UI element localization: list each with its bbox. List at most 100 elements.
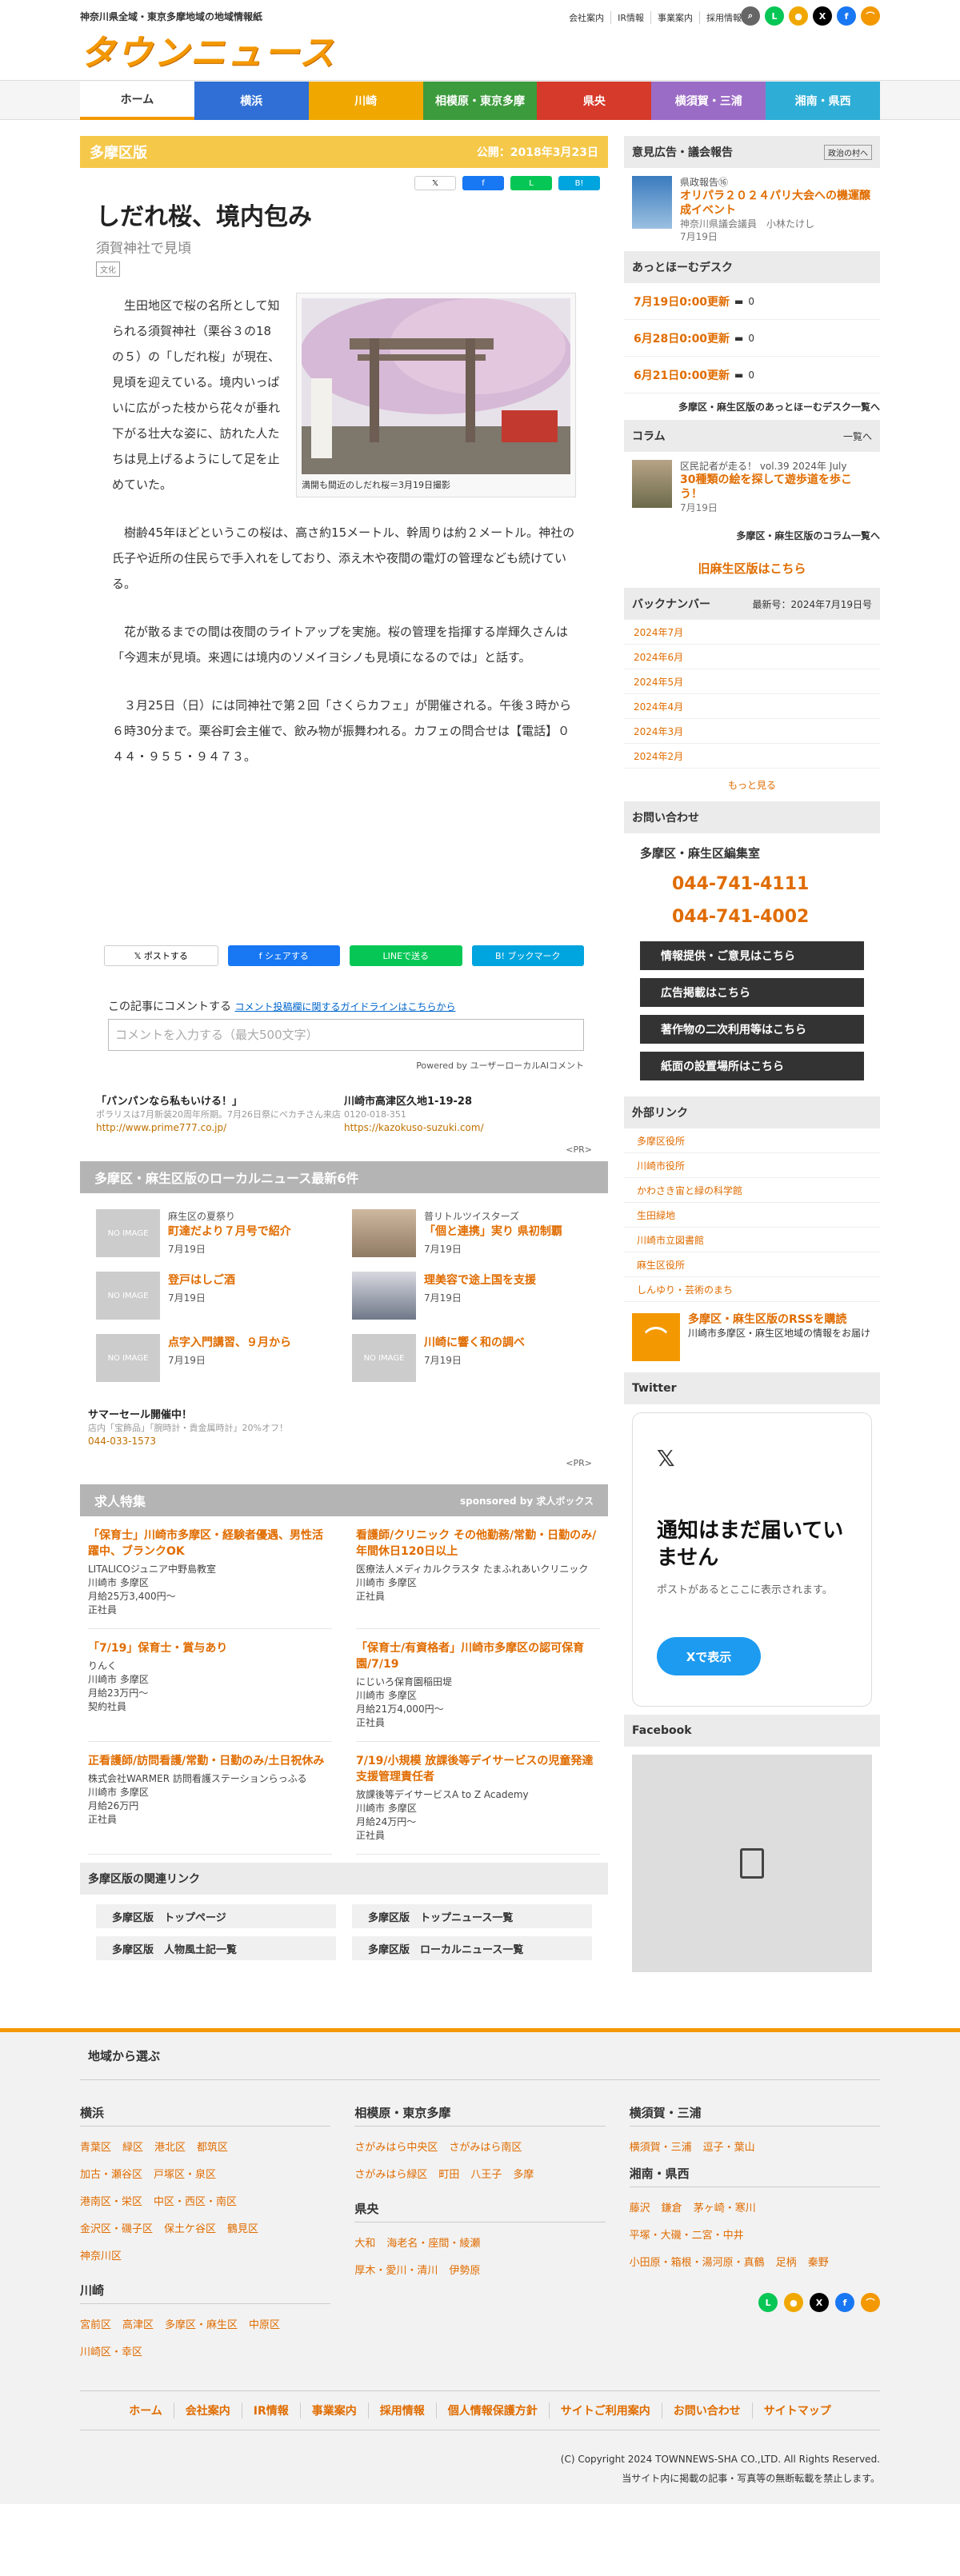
external-link[interactable]: 生田緑地 [624,1203,880,1228]
area-link[interactable]: 多摩 [513,2169,534,2181]
distribution-button[interactable]: 紙面の設置場所はこちら [640,1052,864,1080]
area-link[interactable]: 戸塚区・泉区 [154,2169,216,2181]
job-title[interactable]: 「保育士」川崎市多摩区・経験者優遇、男性活躍中、ブランクOK [88,1528,332,1560]
athome-more-link[interactable]: 多摩区・麻生区版のあっとほーむデスク一覧へ [624,393,880,420]
news-title[interactable]: 理美容で途上国を支援 [424,1272,536,1288]
line-icon[interactable]: L [758,2293,778,2312]
area-link[interactable]: 中区・西区・南区 [154,2196,237,2208]
facebook-icon[interactable]: f [837,6,856,26]
ad-url[interactable]: https://kazokuso-suzuki.com/ [344,1122,484,1133]
backnumber-more[interactable]: もっと見る [624,769,880,801]
area-link[interactable]: 宮前区 [80,2319,111,2331]
news-title[interactable]: 「個と連携」実り 県初制覇 [424,1223,562,1239]
job-title[interactable]: 看護師/クリニック その他勤務/常勤・日勤のみ/年間休日120日以上 [356,1528,600,1560]
footer-link[interactable]: 個人情報保護方針 [435,2402,549,2418]
job-title[interactable]: 「7/19」保育士・賞与あり [88,1640,332,1656]
contact-tel[interactable]: 044-741-4111 [624,868,880,901]
footer-link[interactable]: サイトご利用案内 [548,2402,662,2418]
footer-link[interactable]: IR情報 [241,2402,300,2418]
local-news-item[interactable]: NO IMAGE 点字入門講習、９月から 7月19日 [96,1334,336,1382]
job-item[interactable]: 「保育士/有資格者」川崎市多摩区の認可保育園/7/19 にじいろ保育園稲田堤 川崎市… [356,1629,600,1742]
area-link[interactable]: 高津区 [122,2319,154,2331]
area-link[interactable]: 小田原・箱根・湯河原・真鶴 [630,2257,765,2269]
x-post-button[interactable]: 𝕏 ポストする [104,945,218,966]
article-photo[interactable] [302,298,570,474]
ad-url[interactable]: http://www.prime777.co.jp/ [96,1122,226,1133]
area-link[interactable]: 町田 [438,2169,459,2181]
line-send-button[interactable]: LINEで送る [350,945,462,966]
footer-link[interactable]: 採用情報 [367,2402,436,2418]
line-icon[interactable]: L [765,6,784,26]
news-title[interactable]: 町達だより７月号で紹介 [168,1223,291,1239]
footer-link[interactable]: お問い合わせ [661,2402,752,2418]
area-link[interactable]: 伊勢原 [449,2265,480,2277]
external-link[interactable]: かわさき宙と緑の科学館 [624,1178,880,1203]
local-news-item[interactable]: NO IMAGE 登戸はしご酒 7月19日 [96,1272,336,1320]
area-link[interactable]: さがみはら緑区 [354,2169,427,2181]
external-link[interactable]: 麻生区役所 [624,1252,880,1277]
sale-ad[interactable]: サマーセール開催中！ 店内「宝飾品」「腕時計・貴金属時計」20%オフ！ 044-… [88,1409,600,1448]
site-logo[interactable]: タウンニュース [80,24,336,75]
rss-title[interactable]: 多摩区・麻生区版のRSSを購読 [688,1313,846,1326]
news-title[interactable]: 点字入門講習、９月から [168,1334,291,1350]
area-link[interactable]: 平塚・大磯・二宮・中井 [630,2230,744,2242]
local-news-item[interactable]: NO IMAGE 川崎に響く和の調べ 7月19日 [352,1334,592,1382]
external-link[interactable]: 川崎市立図書館 [624,1228,880,1252]
nav-home[interactable]: ホーム [80,82,194,120]
rss-icon[interactable]: ⌒ [861,6,880,26]
area-link[interactable]: 中原区 [249,2319,280,2331]
backnumber-item[interactable]: 2024年3月 [624,719,880,744]
local-news-item[interactable]: 理美容で途上国を支援 7月19日 [352,1272,592,1320]
area-link[interactable]: 横須賀・三浦 [630,2142,692,2154]
local-news-item[interactable]: NO IMAGE 麻生区の夏祭り 町達だより７月号で紹介 7月19日 [96,1209,336,1257]
related-link[interactable]: 多摩区版 トップページ [96,1904,336,1928]
politics-badge[interactable]: 政治の村へ [824,144,872,160]
area-link[interactable]: 厚木・愛川・清川 [354,2265,438,2277]
job-item[interactable]: 「7/19」保育士・賞与あり りんく 川崎市 多摩区 月給23万円〜 契約社員 [88,1629,332,1742]
area-link[interactable]: 川崎区・幸区 [80,2346,142,2358]
nav-yokohama[interactable]: 横浜 [194,82,309,120]
area-link[interactable]: 鎌倉 [662,2203,682,2215]
area-link[interactable]: 加古・瀬谷区 [80,2169,142,2181]
sale-tel[interactable]: 044-033-1573 [88,1436,156,1447]
fb-share-mini[interactable]: f [462,176,504,190]
x-icon[interactable]: X [813,6,832,26]
job-item[interactable]: 7/19/小規模 放課後等デイサービスの児童発達支援管理責任者 放課後等デイサービ… [356,1742,600,1855]
external-link[interactable]: しんゆり・芸術のまち [624,1277,880,1302]
area-link[interactable]: 茅ヶ崎・寒川 [694,2203,756,2215]
area-link[interactable]: 港北区 [154,2142,186,2154]
ad-item[interactable]: 「パンパンなら私もいける！」 ポラリスは7月新装20周年所期。7月26日祭にべカ… [96,1096,344,1135]
x-icon[interactable]: X [809,2293,829,2312]
report-title[interactable]: オリパラ２０２４パリ大会への機運醸成イベント [680,189,872,218]
header-link-ir[interactable]: IR情報 [610,11,650,24]
category-tag[interactable]: 文化 [96,262,120,277]
nav-kenou[interactable]: 県央 [537,82,652,120]
footer-link[interactable]: サイトマップ [751,2402,842,2418]
facebook-icon[interactable]: f [834,2293,854,2312]
news-title[interactable]: 登戸はしご酒 [168,1272,235,1288]
related-link[interactable]: 多摩区版 トップニュース一覧 [352,1904,592,1928]
area-link[interactable]: さがみはら南区 [449,2142,522,2154]
header-link-business[interactable]: 事業案内 [650,11,699,24]
area-link[interactable]: 青葉区 [80,2142,111,2154]
job-title[interactable]: 「保育士/有資格者」川崎市多摩区の認可保育園/7/19 [356,1640,600,1672]
comment-input[interactable]: コメントを入力する（最大500文字） [108,1019,584,1051]
header-link-company[interactable]: 会社案内 [562,11,610,24]
backnumber-item[interactable]: 2024年6月 [624,645,880,669]
area-link[interactable]: 都筑区 [197,2142,228,2154]
hatena-bookmark-button[interactable]: B! ブックマーク [471,945,584,966]
rss-icon[interactable]: ⌒ [860,2293,880,2312]
fb-share-button[interactable]: f シェアする [227,945,340,966]
view-on-x-button[interactable]: Xで表示 [657,1637,761,1675]
area-link[interactable]: 逗子・葉山 [703,2142,755,2154]
report-item[interactable]: 県政報告⑯ オリパラ２０２４パリ大会への機運醸成イベント 神奈川県議会議員 小林たけ… [624,168,880,251]
backnumber-item[interactable]: 2024年2月 [624,744,880,769]
footer-link[interactable]: 事業案内 [299,2402,368,2418]
job-item[interactable]: 「保育士」川崎市多摩区・経験者優遇、男性活躍中、ブランクOK LITALICOジュ… [88,1516,332,1629]
nav-sagamihara[interactable]: 相模原・東京多摩 [422,82,538,120]
area-link[interactable]: 足柄 [776,2257,797,2269]
related-link[interactable]: 多摩区版 ローカルニュース一覧 [352,1936,592,1960]
job-title[interactable]: 7/19/小規模 放課後等デイサービスの児童発達支援管理責任者 [356,1753,600,1785]
job-item[interactable]: 看護師/クリニック その他勤務/常勤・日勤のみ/年間休日120日以上 医療法人メデ… [356,1516,600,1629]
comment-guideline-link[interactable]: コメント投稿欄に関するガイドラインはこちらから [234,1001,455,1012]
